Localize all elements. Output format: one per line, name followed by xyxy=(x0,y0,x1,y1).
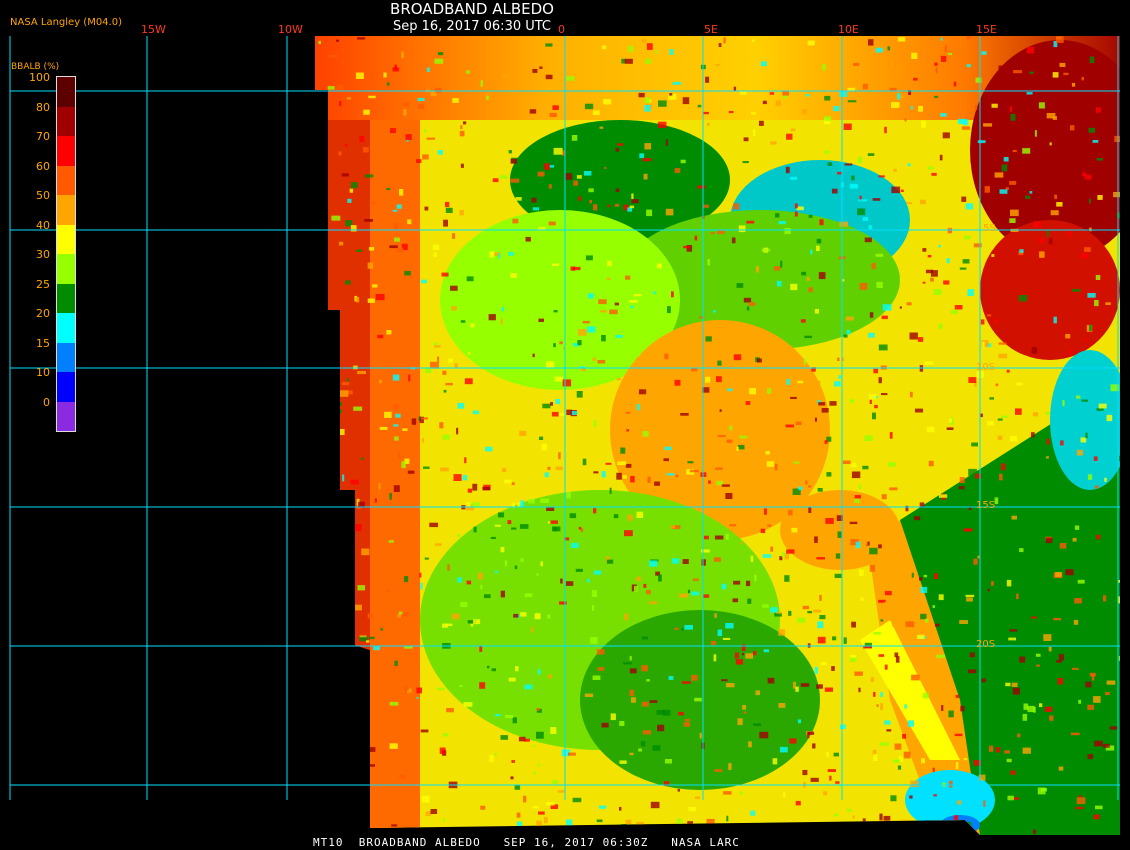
lon-label-10e: 10E xyxy=(838,23,859,36)
lat-label-15s: 15S xyxy=(976,500,996,511)
lat-label-5s: 5S xyxy=(983,223,996,234)
footer-caption: MT10 BROADBAND ALBEDO SEP 16, 2017 06:30… xyxy=(313,836,740,849)
legend-tick-label: 100 xyxy=(29,71,50,84)
provider-label: NASA Langley (M04.0) xyxy=(10,17,122,28)
map-title: BROADBAND ALBEDO xyxy=(390,0,554,18)
legend-swatch xyxy=(57,77,75,107)
legend-swatch xyxy=(57,372,75,402)
legend-tick-label: 60 xyxy=(36,159,50,173)
legend-swatch xyxy=(57,313,75,343)
legend-swatch xyxy=(57,195,75,225)
map-imagery xyxy=(315,36,1120,835)
legend-tick-label: 40 xyxy=(36,218,50,232)
legend-swatch xyxy=(57,136,75,166)
legend-swatch xyxy=(57,165,75,195)
lat-label-10s: 10S xyxy=(976,362,996,373)
legend-swatch xyxy=(57,401,75,431)
legend-tick-label: 10 xyxy=(36,366,50,379)
legend-tick-label: 30 xyxy=(36,248,50,261)
lon-label-0: 0 xyxy=(558,23,565,36)
legend-tick-label: 0 xyxy=(43,395,50,409)
lon-label-15e: 15E xyxy=(976,23,997,36)
albedo-map xyxy=(9,36,1120,835)
legend-tick-label: 70 xyxy=(36,130,50,143)
legend-tick-label: 50 xyxy=(36,189,50,202)
color-legend xyxy=(56,76,76,432)
legend-tick-label: 80 xyxy=(36,100,50,114)
legend-swatch xyxy=(57,342,75,372)
lon-label-5e: 5E xyxy=(704,23,718,36)
lon-label-15w: 15W xyxy=(141,23,166,36)
legend-swatch xyxy=(57,224,75,254)
legend-tick-label: 20 xyxy=(36,307,50,320)
legend-tick-label: 25 xyxy=(36,277,50,291)
lon-label-10w: 10W xyxy=(278,23,303,36)
lat-label-20s: 20S xyxy=(976,639,996,650)
legend-swatch xyxy=(57,254,75,284)
legend-swatch xyxy=(57,283,75,313)
legend-tick-label: 15 xyxy=(36,336,50,350)
legend-swatch xyxy=(57,106,75,136)
